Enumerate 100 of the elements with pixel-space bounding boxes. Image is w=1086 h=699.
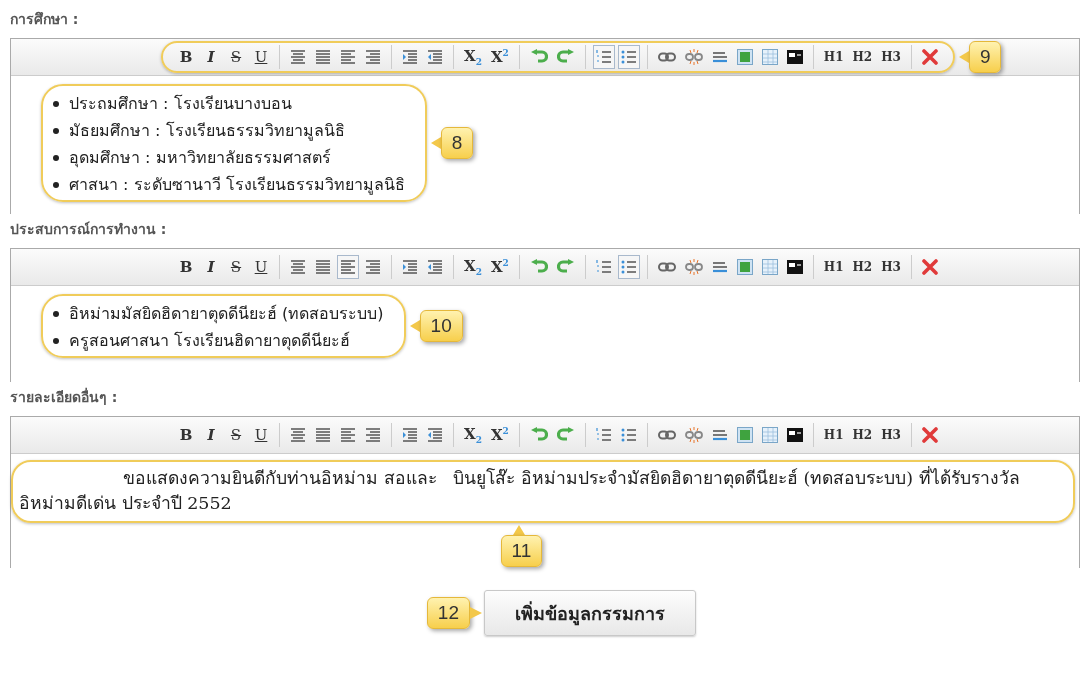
italic-button[interactable]: I	[200, 423, 222, 447]
outdent-icon	[427, 50, 443, 64]
indent-icon	[402, 50, 418, 64]
link-icon	[657, 262, 676, 272]
unlink-icon	[684, 259, 703, 275]
callout-tag: 9	[968, 41, 1002, 73]
strike-button[interactable]: S	[225, 423, 247, 447]
underline-button[interactable]: U	[250, 45, 272, 69]
horizontal-rule-icon	[711, 261, 728, 273]
bullet-icon	[53, 127, 59, 134]
bold-button[interactable]: B	[175, 45, 197, 69]
subscript-button[interactable]: X$_{2}$	[461, 423, 485, 447]
bullet-icon	[53, 100, 59, 107]
h1-button[interactable]: H1	[820, 423, 847, 447]
underline-button[interactable]: U	[250, 423, 272, 447]
bullet-list-icon	[620, 49, 637, 65]
list-item: อุดมศึกษา : มหาวิทยาลัยธรรมศาสตร์	[69, 147, 331, 170]
redo-arrow-icon	[556, 259, 575, 275]
italic-button[interactable]: I	[200, 45, 222, 69]
horizontal-rule-icon	[711, 51, 728, 63]
italic-button[interactable]: I	[200, 255, 222, 279]
unlink-icon	[684, 49, 703, 65]
callout-tag: 12	[426, 597, 470, 629]
list-item: อิหม่ามมัสยิดฮิดายาตุดดีนียะฮ์ (ทดสอบระบบ)	[69, 303, 384, 326]
undo-arrow-icon	[529, 259, 548, 275]
field-label: รายละเอียดอื่นๆ :	[10, 386, 118, 407]
justify-icon	[315, 428, 331, 442]
add-committee-button[interactable]: เพิ่มข้อมูลกรรมการ	[484, 590, 696, 636]
image-icon	[736, 259, 753, 275]
close-icon	[921, 49, 938, 65]
align-right-icon	[365, 428, 381, 442]
align-right-icon	[365, 260, 381, 274]
bullet-icon	[53, 337, 59, 344]
superscript-button[interactable]: X$^{2}$	[487, 255, 512, 279]
table-icon	[761, 427, 778, 443]
align-center-icon	[290, 260, 306, 274]
bullet-icon	[53, 181, 59, 188]
h1-button[interactable]: H1	[820, 45, 847, 69]
align-center-icon	[290, 428, 306, 442]
h3-button[interactable]: H3	[878, 255, 904, 279]
image-icon	[736, 427, 753, 443]
callout-tag: 10	[419, 310, 463, 342]
ordered-list-button[interactable]	[592, 45, 615, 69]
close-icon	[921, 259, 938, 275]
link-icon	[657, 430, 676, 440]
callout-tag: 11	[500, 535, 543, 567]
close-icon	[921, 427, 938, 443]
h1-button[interactable]: H1	[820, 255, 847, 279]
undo-arrow-icon	[529, 427, 548, 443]
align-left-icon	[340, 428, 356, 442]
h2-button[interactable]: H2	[849, 255, 876, 279]
bullet-icon	[53, 154, 59, 161]
h3-button[interactable]: H3	[878, 423, 904, 447]
bullet-list-icon	[620, 259, 637, 275]
redo-arrow-icon	[556, 49, 575, 65]
bold-button[interactable]: B	[175, 255, 197, 279]
unlink-icon	[684, 427, 703, 443]
align-left-icon	[340, 50, 356, 64]
h2-button[interactable]: H2	[849, 423, 876, 447]
list-item: ครูสอนศาสนา โรงเรียนฮิดายาตุดดีนียะฮ์	[69, 330, 351, 353]
link-icon	[657, 52, 676, 62]
underline-button[interactable]: U	[250, 255, 272, 279]
align-center-icon	[290, 50, 306, 64]
justify-icon	[315, 260, 331, 274]
subscript-button[interactable]: X$_{2}$	[461, 45, 485, 69]
align-left-button[interactable]	[337, 255, 359, 279]
h2-button[interactable]: H2	[849, 45, 876, 69]
table-icon	[761, 259, 778, 275]
bullet-list-icon	[620, 427, 637, 443]
source-code-icon	[786, 50, 803, 64]
numbered-list-icon	[595, 427, 612, 443]
numbered-list-icon	[595, 49, 612, 65]
numbered-list-icon	[595, 259, 612, 275]
callout-tag: 8	[440, 127, 474, 159]
align-right-icon	[365, 50, 381, 64]
unordered-list-button[interactable]	[617, 45, 640, 69]
superscript-button[interactable]: X$^{2}$	[487, 423, 512, 447]
strike-button[interactable]: S	[225, 255, 247, 279]
bullet-icon	[53, 310, 59, 317]
editor-paragraph: ขอแสดงความยินดีกับท่านอิหม่าม สอและ บินยูโส๊ะ อิหม่ามประจำมัสยิดฮิดายาตุดดีนียะฮ์ (ทดสอบระบบ) ที่ได้รับรางวัลอิหม่ามดีเด่น ประจำปี 2552	[18, 465, 1021, 515]
source-code-icon	[786, 428, 803, 442]
indent-icon	[402, 428, 418, 442]
undo-arrow-icon	[529, 49, 548, 65]
image-icon	[736, 49, 753, 65]
subscript-button[interactable]: X$_{2}$	[461, 255, 485, 279]
superscript-button[interactable]: X$^{2}$	[487, 45, 512, 69]
field-label: ประสบการณ์การทำงาน :	[10, 220, 167, 239]
field-label: การศึกษา :	[10, 10, 79, 29]
bold-button[interactable]: B	[175, 423, 197, 447]
unordered-list-button[interactable]	[617, 255, 640, 279]
list-item: มัธยมศึกษา : โรงเรียนธรรมวิทยามูลนิธิ	[69, 120, 345, 143]
outdent-icon	[427, 260, 443, 274]
table-icon	[761, 49, 778, 65]
indent-icon	[402, 260, 418, 274]
list-item: ประถมศึกษา : โรงเรียนบางบอน	[69, 93, 292, 115]
list-item: ศาสนา : ระดับซานาวี โรงเรียนธรรมวิทยามูลนิธิ	[69, 174, 405, 197]
strike-button[interactable]: S	[225, 45, 247, 69]
source-code-icon	[786, 260, 803, 274]
justify-icon	[315, 50, 331, 64]
h3-button[interactable]: H3	[878, 45, 904, 69]
